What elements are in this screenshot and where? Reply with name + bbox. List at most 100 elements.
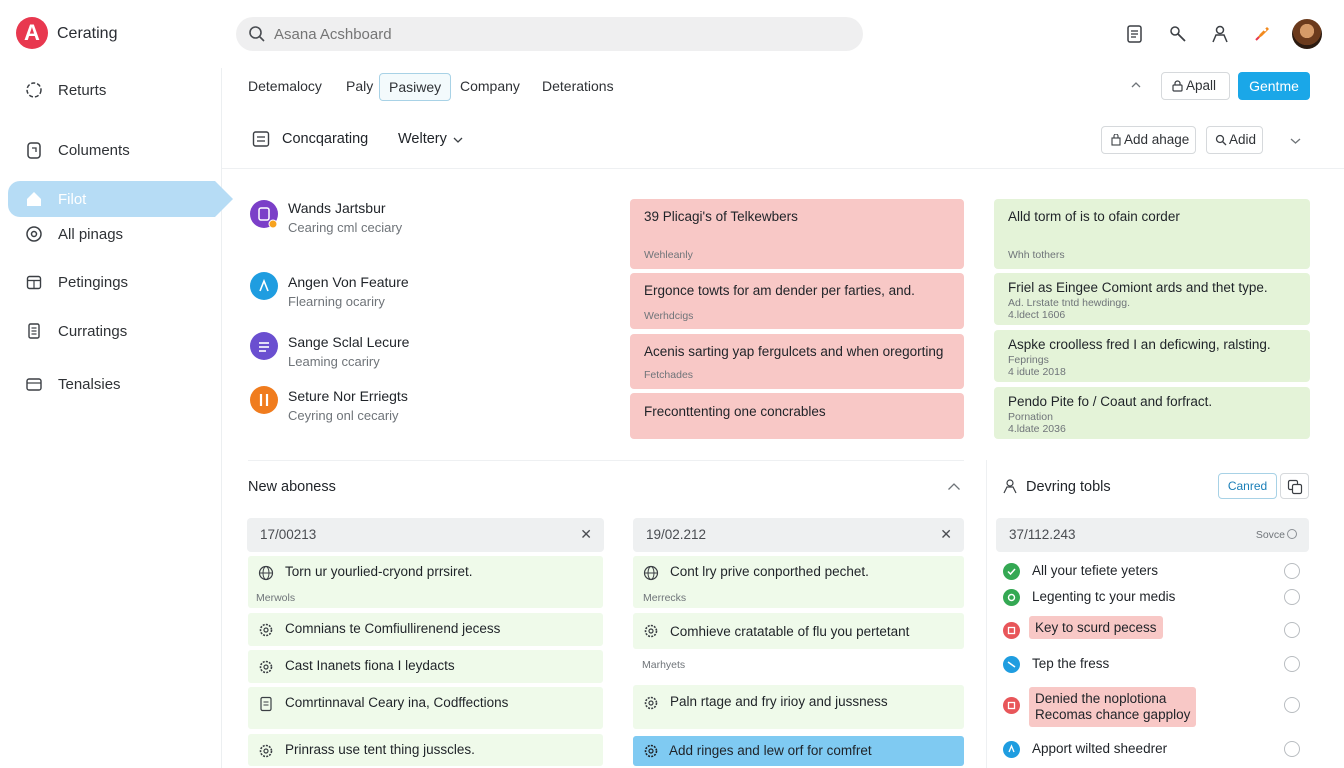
- close-icon[interactable]: ✕: [940, 526, 952, 543]
- status-dot-icon: [1003, 563, 1020, 580]
- task-item[interactable]: Denied the noplotiona Recomas chance gap…: [1003, 687, 1309, 731]
- sidebar-item-all-pinags[interactable]: All pinags: [8, 216, 233, 252]
- chevron-up-icon[interactable]: [1130, 80, 1142, 90]
- list-item[interactable]: Cast Inanets fiona I leydacts: [248, 650, 603, 683]
- checkbox[interactable]: [1284, 589, 1300, 605]
- sidebar-item-returts[interactable]: Returts: [8, 72, 233, 108]
- add-button[interactable]: Adid: [1206, 126, 1263, 154]
- copy-button[interactable]: [1280, 473, 1309, 499]
- filter-field[interactable]: 19/02.212 ✕: [633, 518, 964, 552]
- app-logo[interactable]: A: [16, 17, 48, 49]
- filter-field[interactable]: 17/00213 ✕: [247, 518, 604, 552]
- chevron-down-icon: [453, 136, 463, 144]
- tools-icon[interactable]: [1168, 24, 1188, 44]
- user-icon[interactable]: [1210, 24, 1230, 44]
- list-item[interactable]: Paln rtage and fry irioy and jussness: [633, 685, 964, 729]
- checkbox[interactable]: [1284, 656, 1300, 672]
- save-label[interactable]: Sovce: [1256, 529, 1285, 541]
- card[interactable]: Ergonce towts for am dender per farties,…: [630, 273, 964, 329]
- task-item[interactable]: All your tefiete yeters: [1003, 561, 1309, 583]
- task-item[interactable]: Legenting tc your medis: [1003, 587, 1309, 609]
- search-bar[interactable]: [236, 17, 863, 51]
- card[interactable]: Aspke croolless fred I an deficwing, ral…: [994, 330, 1310, 382]
- section-title: Devring tobls: [1026, 479, 1111, 495]
- weltery-dropdown[interactable]: Weltery: [398, 131, 468, 147]
- list-item[interactable]: Seture Nor Erriegts Ceyring onl cecariy: [248, 386, 618, 432]
- card[interactable]: Freconttenting one concrables: [630, 393, 964, 439]
- tab-paly[interactable]: Paly: [346, 78, 373, 94]
- calendar-icon: [25, 273, 43, 291]
- folder-icon: [25, 375, 43, 393]
- task-item[interactable]: Apport wilted sheedrer: [1003, 739, 1309, 761]
- app-title: Cerating: [57, 25, 118, 42]
- avatar: [250, 332, 278, 360]
- checkbox[interactable]: [1284, 563, 1300, 579]
- card[interactable]: Friel as Eingee Comiont ards and thet ty…: [994, 273, 1310, 325]
- list-item[interactable]: Angen Von Feature Flearning ocariry: [248, 272, 618, 318]
- cancel-button[interactable]: Canred: [1218, 473, 1277, 499]
- list-item-selected[interactable]: Add ringes and lew orf for comfret: [633, 736, 964, 766]
- list-item[interactable]: Torn ur yourlied-cryond prrsiret. Merwol…: [248, 556, 603, 608]
- gear-icon: [258, 659, 274, 675]
- tab-pasiwey[interactable]: Pasiwey: [379, 73, 452, 101]
- list-item[interactable]: Comrtinnaval Ceary ina, Codffections: [248, 687, 603, 729]
- search-input[interactable]: [274, 17, 834, 51]
- card[interactable]: Alld torm of is to ofain corder Whh toth…: [994, 199, 1310, 269]
- list-item[interactable]: Wands Jartsbur Cearing cml ceciary: [248, 198, 618, 244]
- task-item[interactable]: Key to scurd pecess: [1003, 616, 1309, 642]
- radio-icon[interactable]: [1287, 529, 1297, 539]
- search-icon: [1215, 134, 1227, 146]
- checkbox[interactable]: [1284, 741, 1300, 757]
- sidebar-item-tenalsies[interactable]: Tenalsies: [8, 366, 233, 402]
- gear-icon: [643, 623, 659, 639]
- list-item[interactable]: Sange Sclal Lecure Leaming ccariry: [248, 332, 618, 378]
- lock-icon: [1172, 80, 1183, 92]
- card[interactable]: Acenis sarting yap fergulcets and when o…: [630, 334, 964, 389]
- checkbox[interactable]: [1284, 622, 1300, 638]
- image-icon: [1111, 134, 1121, 146]
- gear-icon: [258, 622, 274, 638]
- target-icon: [25, 225, 43, 243]
- rocket-icon[interactable]: [1252, 24, 1272, 44]
- copy-icon: [1287, 479, 1303, 495]
- tab-deterations[interactable]: Deterations: [542, 78, 614, 94]
- filter-field[interactable]: 37/112.243 Sovce: [996, 518, 1309, 552]
- home-icon: [25, 190, 43, 208]
- document-icon: [25, 322, 43, 340]
- tab-company[interactable]: Company: [460, 78, 520, 94]
- chevron-up-icon[interactable]: [947, 482, 961, 491]
- list-item[interactable]: Prinrass use tent thing jusscles.: [248, 734, 603, 766]
- clipboard-icon: [25, 141, 43, 159]
- document-icon: [258, 696, 274, 712]
- sidebar-item-petingings[interactable]: Petingings: [8, 264, 233, 300]
- sidebar-item-filot[interactable]: Filot: [8, 181, 233, 217]
- list-item[interactable]: Cont lry prive conporthed pechet. Merrec…: [633, 556, 964, 608]
- apall-button[interactable]: Apall: [1161, 72, 1230, 100]
- avatar: [250, 200, 278, 228]
- add-image-button[interactable]: Add ahage: [1101, 126, 1196, 154]
- list-item[interactable]: Comnians te Comfiullirenend jecess: [248, 613, 603, 646]
- avatar[interactable]: [1292, 19, 1322, 49]
- clipboard-icon[interactable]: [1126, 24, 1146, 44]
- divider: [986, 460, 987, 768]
- status-dot-icon: [1003, 622, 1020, 639]
- card[interactable]: Pendo Pite fo / Coaut and forfract. Porn…: [994, 387, 1310, 439]
- status-dot-icon: [1003, 741, 1020, 758]
- person-icon: [1002, 478, 1018, 494]
- sidebar-item-columents[interactable]: Columents: [8, 132, 233, 168]
- tab-detemalocy[interactable]: Detemalocy: [248, 78, 322, 94]
- close-icon[interactable]: ✕: [580, 526, 592, 543]
- task-item[interactable]: Tep the fress: [1003, 654, 1309, 676]
- chevron-down-icon[interactable]: [1290, 137, 1301, 145]
- card[interactable]: 39 Plicagi's of Telkewbers Wehleanly: [630, 199, 964, 269]
- search-icon: [248, 25, 266, 43]
- list-item[interactable]: Comhieve cratatable of flu you pertetant: [633, 613, 964, 649]
- checkbox[interactable]: [1284, 697, 1300, 713]
- gear-icon: [643, 743, 659, 759]
- sidebar-item-curratings[interactable]: Curratings: [8, 313, 233, 349]
- refresh-icon: [25, 81, 43, 99]
- list-icon: [252, 130, 270, 148]
- avatar: [250, 386, 278, 414]
- gear-icon: [258, 743, 274, 759]
- primary-button[interactable]: Gentme: [1238, 72, 1310, 100]
